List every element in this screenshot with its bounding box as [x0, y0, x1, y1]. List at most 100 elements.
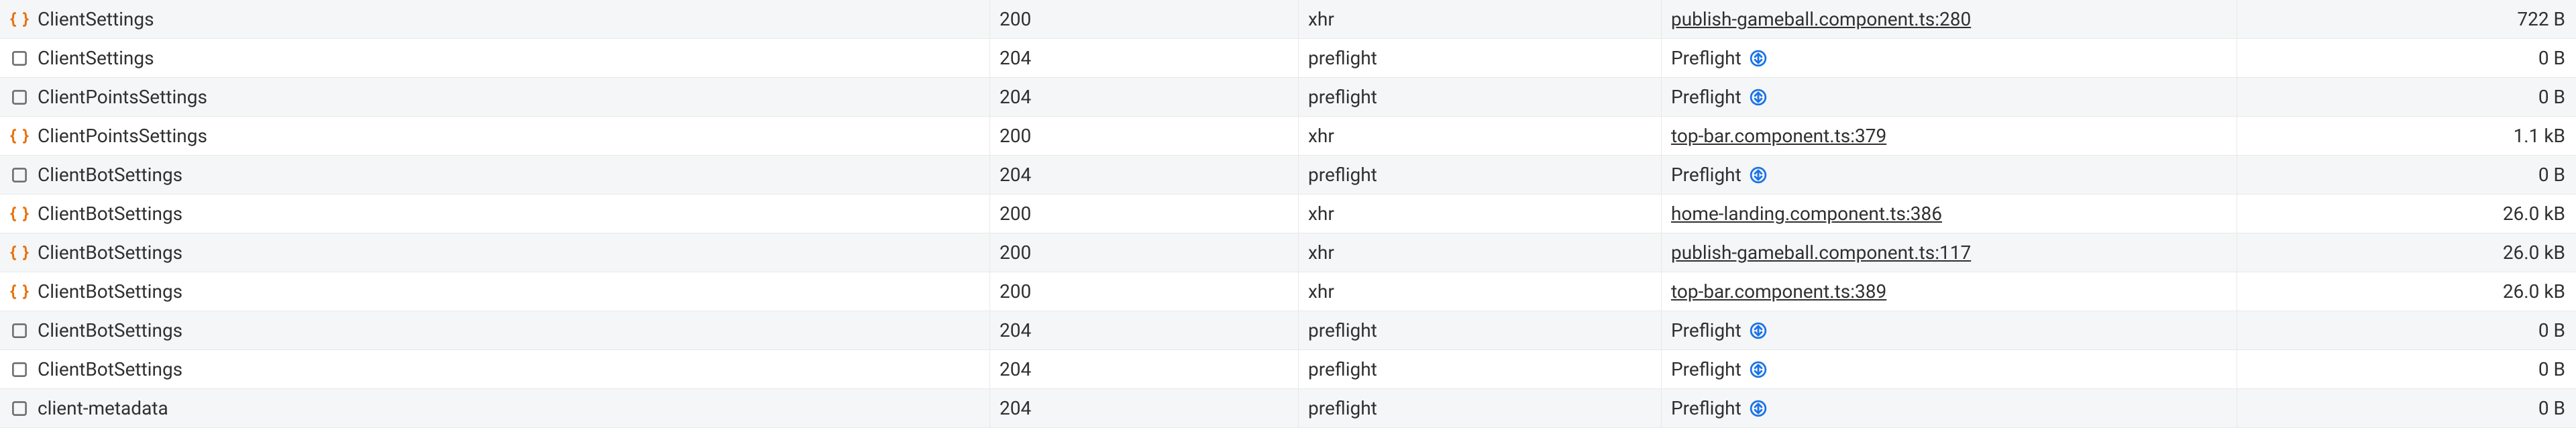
type-cell: preflight — [1299, 389, 1662, 427]
response-size: 0 B — [2538, 86, 2565, 108]
status-cell: 200 — [990, 272, 1299, 311]
size-cell: 722 B — [2237, 0, 2575, 38]
table-row[interactable]: ClientSettings200xhrpublish-gameball.com… — [0, 0, 2576, 39]
initiator-preflight-label: Preflight — [1671, 164, 1741, 186]
status-code: 200 — [1000, 203, 1031, 225]
size-cell: 0 B — [2237, 311, 2575, 349]
table-row[interactable]: client-metadata204preflightPreflight 0 B — [0, 389, 2576, 428]
name-cell: client-metadata — [0, 389, 990, 427]
table-row[interactable]: ClientPointsSettings 200 xhr top-bar.compon… — [0, 117, 2576, 156]
response-size: 26.0 kB — [2503, 280, 2565, 303]
type-cell: preflight — [1299, 156, 1662, 194]
table-row[interactable]: ClientBotSettings 204 preflight Preflight 0… — [0, 311, 2576, 350]
request-name: ClientPointsSettings — [38, 86, 207, 108]
preflight-swap-icon[interactable] — [1748, 360, 1768, 380]
response-size: 26.0 kB — [2503, 203, 2565, 225]
json-braces-icon — [9, 204, 30, 224]
name-cell: ClientBotSettings — [0, 233, 990, 272]
initiator-cell: Preflight — [1662, 78, 2237, 116]
initiator-link[interactable]: top-bar.component.ts:379 — [1671, 125, 1886, 147]
request-type: preflight — [1308, 164, 1377, 186]
size-cell: 0 B — [2237, 350, 2575, 388]
request-type: xhr — [1308, 241, 1334, 264]
request-name: ClientSettings — [38, 8, 154, 30]
status-code: 200 — [1000, 125, 1031, 147]
table-row[interactable]: ClientBotSettings 200 xhr top-bar.component… — [0, 272, 2576, 311]
table-row[interactable]: ClientSettings 204 preflight Preflight 0 B — [0, 39, 2576, 78]
initiator-link[interactable]: publish-gameball.component.ts:280 — [1671, 8, 1971, 30]
status-code: 200 — [1000, 280, 1031, 303]
status-cell: 204 — [990, 350, 1299, 388]
request-type: preflight — [1308, 358, 1377, 380]
status-cell: 204 — [990, 39, 1299, 77]
json-braces-icon — [9, 243, 30, 263]
initiator-link[interactable]: home-landing.component.ts:386 — [1671, 203, 1942, 225]
initiator-link[interactable]: publish-gameball.component.ts:117 — [1671, 241, 1971, 264]
json-braces-icon — [9, 9, 30, 30]
request-type: preflight — [1308, 319, 1377, 341]
document-icon — [9, 360, 30, 380]
initiator-preflight-label: Preflight — [1671, 47, 1741, 69]
type-cell: xhr — [1299, 0, 1662, 38]
initiator-cell: Preflight — [1662, 39, 2237, 77]
table-row[interactable]: ClientBotSettings200xhrpublish-gameball.… — [0, 233, 2576, 272]
type-cell: preflight — [1299, 311, 1662, 349]
preflight-swap-icon[interactable] — [1748, 48, 1768, 68]
request-name: ClientBotSettings — [38, 358, 182, 380]
initiator-preflight-label: Preflight — [1671, 319, 1741, 341]
response-size: 0 B — [2538, 47, 2565, 69]
table-row[interactable]: ClientPointsSettings 204 preflight Prefligh… — [0, 78, 2576, 117]
request-type: xhr — [1308, 280, 1334, 303]
response-size: 0 B — [2538, 397, 2565, 419]
initiator-cell: Preflight — [1662, 311, 2237, 349]
initiator-cell: Preflight — [1662, 389, 2237, 427]
name-cell: ClientBotSettings — [0, 311, 990, 349]
initiator-cell: Preflight — [1662, 350, 2237, 388]
response-size: 0 B — [2538, 319, 2565, 341]
initiator-link[interactable]: top-bar.component.ts:389 — [1671, 280, 1886, 303]
response-size: 26.0 kB — [2503, 241, 2565, 264]
request-type: preflight — [1308, 86, 1377, 108]
document-icon — [9, 48, 30, 68]
name-cell: ClientBotSettings — [0, 272, 990, 311]
table-row[interactable]: ClientBotSettings 204 preflight Preflight 0… — [0, 350, 2576, 389]
initiator-preflight-label: Preflight — [1671, 358, 1741, 380]
preflight-swap-icon[interactable] — [1748, 398, 1768, 419]
status-code: 204 — [1000, 86, 1031, 108]
request-name: ClientBotSettings — [38, 319, 182, 341]
response-size: 1.1 kB — [2514, 125, 2565, 147]
request-name: ClientSettings — [38, 47, 154, 69]
request-name: ClientBotSettings — [38, 241, 182, 264]
table-row[interactable]: ClientBotSettings 204 preflight Preflight 0… — [0, 156, 2576, 195]
status-code: 204 — [1000, 319, 1031, 341]
name-cell: ClientSettings — [0, 0, 990, 38]
request-name: ClientBotSettings — [38, 203, 182, 225]
type-cell: xhr — [1299, 117, 1662, 155]
size-cell: 26.0 kB — [2237, 233, 2575, 272]
status-code: 204 — [1000, 358, 1031, 380]
initiator-preflight-label: Preflight — [1671, 397, 1741, 419]
name-cell: ClientBotSettings — [0, 156, 990, 194]
request-name: client-metadata — [38, 397, 168, 419]
status-code: 204 — [1000, 164, 1031, 186]
status-code: 204 — [1000, 47, 1031, 69]
name-cell: ClientPointsSettings — [0, 78, 990, 116]
initiator-preflight-label: Preflight — [1671, 86, 1741, 108]
type-cell: xhr — [1299, 195, 1662, 233]
response-size: 0 B — [2538, 164, 2565, 186]
preflight-swap-icon[interactable] — [1748, 321, 1768, 341]
request-type: xhr — [1308, 8, 1334, 30]
status-cell: 200 — [990, 195, 1299, 233]
type-cell: xhr — [1299, 272, 1662, 311]
table-row[interactable]: ClientBotSettings 200 xhr home-landing.comp… — [0, 195, 2576, 233]
preflight-swap-icon[interactable] — [1748, 87, 1768, 107]
network-table: ClientSettings 200 xhr publish-gameball.com… — [0, 0, 2576, 428]
request-name: ClientPointsSettings — [38, 125, 207, 147]
preflight-swap-icon[interactable] — [1748, 165, 1768, 185]
json-braces-icon — [9, 282, 30, 302]
size-cell: 26.0 kB — [2237, 272, 2575, 311]
request-type: preflight — [1308, 47, 1377, 69]
response-size: 0 B — [2538, 358, 2565, 380]
size-cell: 1.1 kB — [2237, 117, 2575, 155]
size-cell: 0 B — [2237, 39, 2575, 77]
